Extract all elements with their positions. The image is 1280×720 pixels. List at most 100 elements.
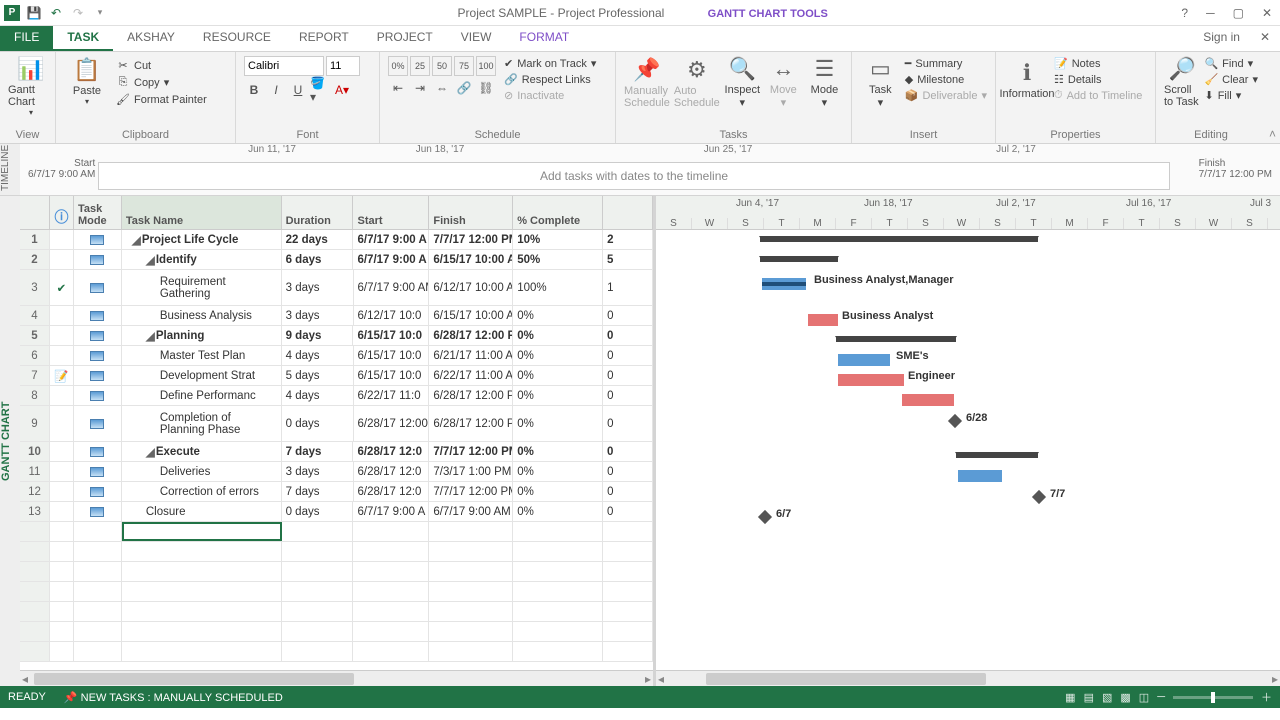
paste-button[interactable]: 📋Paste▾ xyxy=(64,56,110,107)
minimize-icon[interactable]: ─ xyxy=(1202,6,1219,20)
underline-button[interactable]: U xyxy=(288,80,308,100)
bar-business-analysis[interactable] xyxy=(808,314,838,326)
deliverable-button[interactable]: 📦Deliverable▾ xyxy=(905,88,987,103)
details-button[interactable]: ☷Details xyxy=(1054,72,1142,87)
maximize-icon[interactable]: ▢ xyxy=(1229,6,1248,20)
task-row[interactable]: 6Master Test Plan4 days6/15/17 10:06/21/… xyxy=(20,346,653,366)
timeline-track[interactable]: Add tasks with dates to the timeline xyxy=(98,162,1170,190)
bar-dev-strategy[interactable] xyxy=(838,374,904,386)
mode-button[interactable]: ☰Mode▾ xyxy=(806,56,843,109)
respect-links-button[interactable]: 🔗Respect Links xyxy=(504,72,596,87)
find-button[interactable]: 🔍Find▾ xyxy=(1204,56,1258,71)
bar-project-life-cycle[interactable] xyxy=(760,236,1038,242)
bar-identify[interactable] xyxy=(760,256,838,262)
task-row[interactable]: 3✔Requirement Gathering3 days6/7/17 9:00… xyxy=(20,270,653,306)
milestone-closure[interactable] xyxy=(758,510,772,524)
task-row[interactable]: 11Deliveries3 days6/28/17 12:07/3/17 1:0… xyxy=(20,462,653,482)
task-row[interactable]: 7📝Development Strat5 days6/15/17 10:06/2… xyxy=(20,366,653,386)
qat-dropdown-icon[interactable]: ▾ xyxy=(92,5,108,21)
pct0-button[interactable]: 0% xyxy=(388,56,408,76)
col-finish[interactable]: Finish xyxy=(429,196,513,229)
grid-hscroll[interactable]: ◂▸ xyxy=(20,670,653,686)
col-complete[interactable]: % Complete xyxy=(513,196,603,229)
bar-master-test-plan[interactable] xyxy=(838,354,890,366)
bar-define-perf[interactable] xyxy=(902,394,954,406)
tab-task[interactable]: TASK xyxy=(53,26,113,51)
format-painter-button[interactable]: 🖌Format Painter xyxy=(116,92,207,107)
bar-execute[interactable] xyxy=(956,452,1038,458)
collapse-ribbon-icon[interactable]: ˄ xyxy=(1269,127,1276,141)
link-button[interactable]: 🔗 xyxy=(454,78,474,98)
col-task-name[interactable]: Task Name xyxy=(122,196,282,229)
task-row[interactable]: 12Correction of errors7 days6/28/17 12:0… xyxy=(20,482,653,502)
copy-button[interactable]: ⎘Copy ▾ xyxy=(116,75,207,90)
clear-button[interactable]: 🧹Clear▾ xyxy=(1204,72,1258,87)
add-timeline-button[interactable]: ⏱Add to Timeline xyxy=(1054,88,1142,103)
tab-project[interactable]: PROJECT xyxy=(363,26,447,51)
task-row[interactable]: 1◢Project Life Cycle22 days6/7/17 9:00 A… xyxy=(20,230,653,250)
view-resource-icon[interactable]: ◫ xyxy=(1139,691,1149,704)
mark-on-track-button[interactable]: ✔Mark on Track ▾ xyxy=(504,56,596,71)
col-task-mode[interactable]: Task Mode xyxy=(74,196,122,229)
inspect-button[interactable]: 🔍Inspect▾ xyxy=(724,56,761,109)
milestone-planning[interactable] xyxy=(948,414,962,428)
pct100-button[interactable]: 100 xyxy=(476,56,496,76)
split-button[interactable]: ⇔ xyxy=(432,78,452,98)
bar-deliveries[interactable] xyxy=(958,470,1002,482)
outdent-button[interactable]: ⇤ xyxy=(388,78,408,98)
zoom-slider[interactable] xyxy=(1173,696,1253,699)
view-gantt-icon[interactable]: ▦ xyxy=(1065,691,1075,704)
undo-icon[interactable]: ↶ xyxy=(48,5,64,21)
task-row[interactable]: 5◢Planning9 days6/15/17 10:06/28/17 12:0… xyxy=(20,326,653,346)
pct75-button[interactable]: 75 xyxy=(454,56,474,76)
gantt-chart-button[interactable]: 📊Gantt Chart▾ xyxy=(8,56,54,117)
sign-in[interactable]: Sign in xyxy=(1193,26,1250,51)
zoom-out-icon[interactable]: ─ xyxy=(1157,691,1165,703)
tab-file[interactable]: FILE xyxy=(0,26,53,51)
save-icon[interactable]: 💾 xyxy=(26,5,42,21)
font-select[interactable] xyxy=(244,56,324,76)
task-row[interactable]: 9Completion of Planning Phase0 days6/28/… xyxy=(20,406,653,442)
col-start[interactable]: Start xyxy=(353,196,429,229)
zoom-in-icon[interactable]: ＋ xyxy=(1261,689,1272,705)
task-row[interactable]: 4Business Analysis3 days6/12/17 10:06/15… xyxy=(20,306,653,326)
tab-report[interactable]: REPORT xyxy=(285,26,363,51)
move-button[interactable]: ↔Move▾ xyxy=(765,56,802,109)
indent-button[interactable]: ⇥ xyxy=(410,78,430,98)
tab-format[interactable]: FORMAT xyxy=(505,26,583,51)
task-row[interactable]: 13Closure0 days6/7/17 9:00 A6/7/17 9:00 … xyxy=(20,502,653,522)
italic-button[interactable]: I xyxy=(266,80,286,100)
fill-button[interactable]: ⬇Fill▾ xyxy=(1204,88,1258,103)
auto-schedule-button[interactable]: ⚙Auto Schedule xyxy=(674,56,720,109)
new-task-cell[interactable] xyxy=(122,522,282,541)
font-color-button[interactable]: A▾ xyxy=(332,80,352,100)
tab-view[interactable]: VIEW xyxy=(447,26,506,51)
pct50-button[interactable]: 50 xyxy=(432,56,452,76)
help-icon[interactable]: ? xyxy=(1177,6,1192,20)
summary-button[interactable]: ━Summary xyxy=(905,56,987,71)
close-icon[interactable]: ✕ xyxy=(1258,6,1276,20)
manually-schedule-button[interactable]: 📌Manually Schedule xyxy=(624,56,670,109)
task-button[interactable]: ▭Task▾ xyxy=(860,56,901,109)
tab-akshay[interactable]: AKSHAY xyxy=(113,26,189,51)
cut-button[interactable]: ✂Cut xyxy=(116,58,207,73)
col-duration[interactable]: Duration xyxy=(282,196,354,229)
inactivate-button[interactable]: ⊘Inactivate xyxy=(504,88,596,103)
scroll-to-task-button[interactable]: 🔎Scroll to Task xyxy=(1164,56,1200,108)
font-size-select[interactable] xyxy=(326,56,360,76)
view-calendar-icon[interactable]: ▩ xyxy=(1120,691,1130,704)
pct25-button[interactable]: 25 xyxy=(410,56,430,76)
fill-color-button[interactable]: 🪣▾ xyxy=(310,80,330,100)
milestone-button[interactable]: ◆Milestone xyxy=(905,72,987,87)
notes-button[interactable]: 📝Notes xyxy=(1054,56,1142,71)
tab-resource[interactable]: RESOURCE xyxy=(189,26,285,51)
bold-button[interactable]: B xyxy=(244,80,264,100)
col-indicator[interactable]: ⓘ xyxy=(50,196,74,229)
milestone-correction[interactable] xyxy=(1032,490,1046,504)
task-row[interactable]: 10◢Execute7 days6/28/17 12:07/7/17 12:00… xyxy=(20,442,653,462)
view-network-icon[interactable]: ▧ xyxy=(1102,691,1112,704)
task-row[interactable]: 8Define Performanc4 days6/22/17 11:06/28… xyxy=(20,386,653,406)
bar-planning[interactable] xyxy=(836,336,956,342)
view-usage-icon[interactable]: ▤ xyxy=(1084,691,1094,704)
task-row[interactable]: 2◢Identify6 days6/7/17 9:00 A6/15/17 10:… xyxy=(20,250,653,270)
